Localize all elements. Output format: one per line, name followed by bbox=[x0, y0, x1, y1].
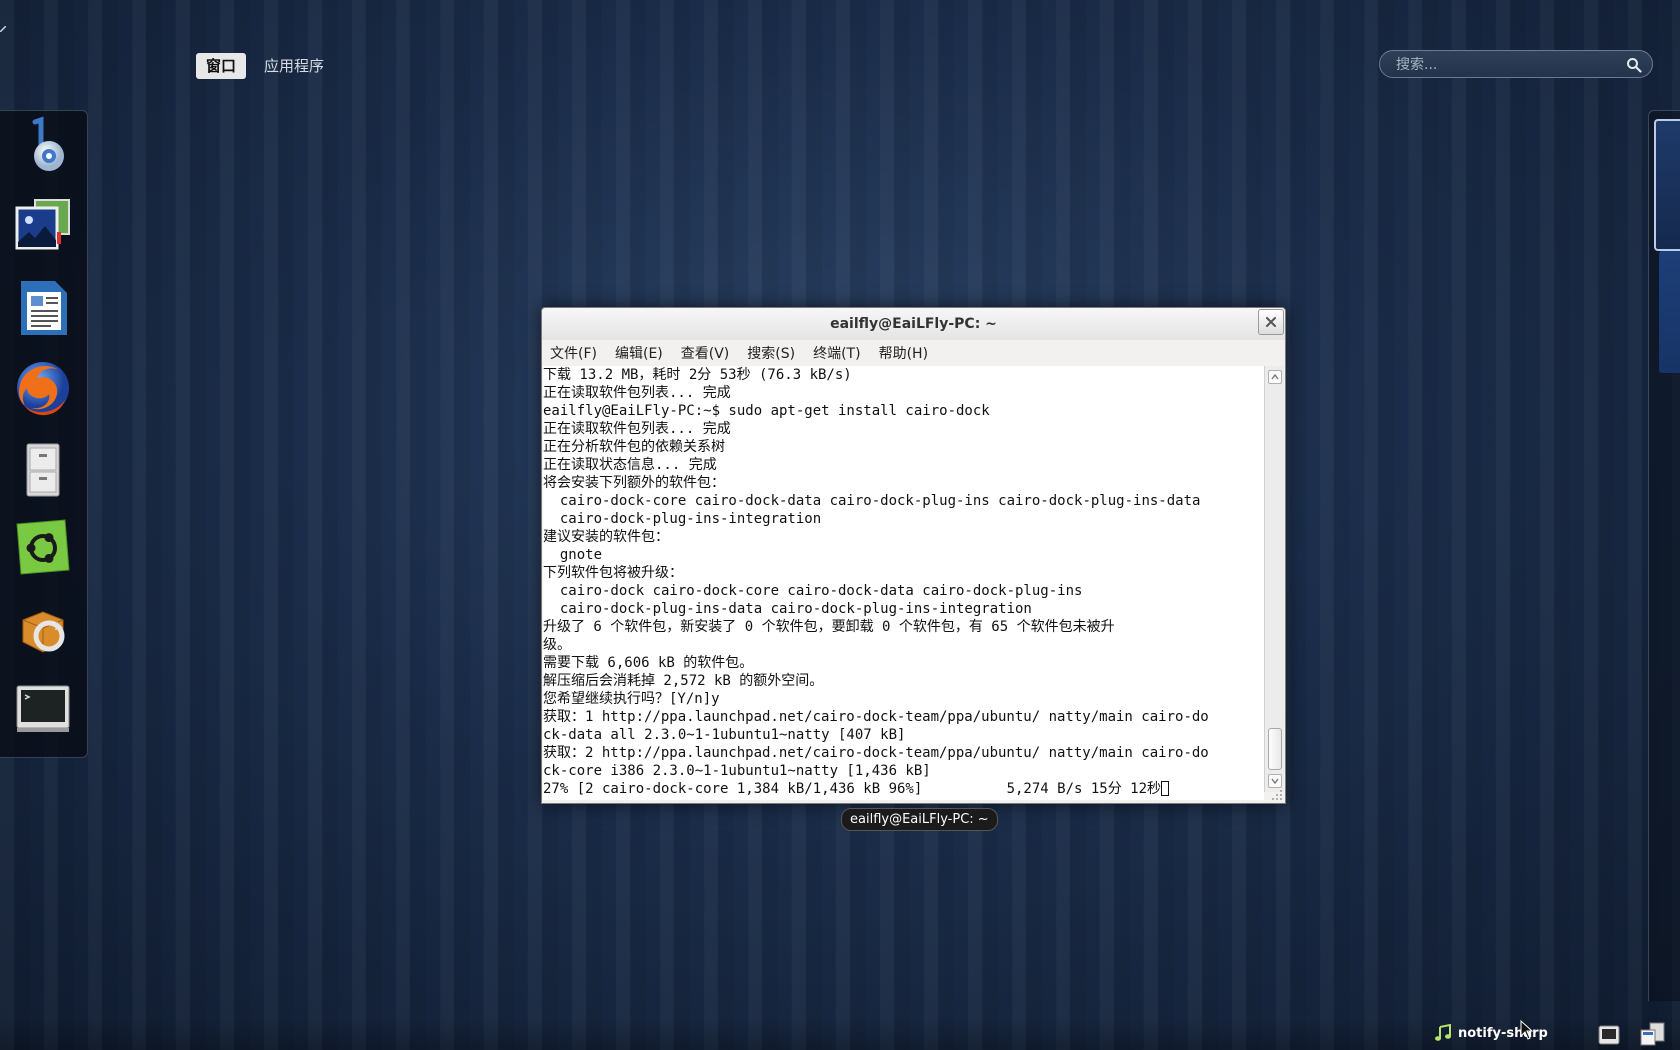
menu-file[interactable]: 文件(F) bbox=[550, 343, 597, 363]
menu-edit[interactable]: 编辑(E) bbox=[615, 343, 663, 363]
terminal-line: ck-core i386 2.3.0~1-1ubuntu1~natty [1,4… bbox=[543, 763, 931, 779]
progress-text: 27% [2 cairo-dock-core 1,384 kB/1,436 kB… bbox=[543, 781, 1162, 797]
terminal-line: 正在读取软件包列表... 完成 bbox=[543, 421, 731, 437]
scroll-down-button[interactable] bbox=[1268, 774, 1282, 788]
banshee-icon bbox=[32, 116, 64, 171]
music-note-icon bbox=[1435, 1024, 1451, 1041]
scrollbar-thumb[interactable] bbox=[1268, 728, 1282, 770]
tab-applications[interactable]: 应用程序 bbox=[254, 53, 334, 79]
corner-glyph bbox=[0, 26, 6, 32]
terminal-line: 正在读取软件包列表... 完成 bbox=[543, 385, 731, 401]
terminal-line: 获取：2 http://ppa.launchpad.net/cairo-dock… bbox=[543, 745, 1209, 761]
search-box[interactable] bbox=[1379, 50, 1653, 78]
terminal-line: 将会安装下列额外的软件包： bbox=[543, 475, 725, 491]
ubuntu-software-center-icon bbox=[16, 519, 70, 575]
window-title: eailfly@EaiLFly-PC: ~ bbox=[830, 316, 997, 332]
terminal-line: 正在读取状态信息... 完成 bbox=[543, 457, 717, 473]
dash-dock bbox=[0, 110, 88, 758]
terminal-cursor bbox=[1161, 781, 1170, 796]
terminal-line: 需要下载 6,606 kB 的软件包。 bbox=[543, 655, 754, 671]
search-input[interactable] bbox=[1394, 55, 1618, 75]
terminal-line: gnote bbox=[543, 547, 603, 563]
bottom-panel bbox=[0, 1018, 1680, 1050]
dock-item-firefox[interactable] bbox=[12, 357, 74, 419]
dock-item-software-center[interactable] bbox=[12, 517, 74, 579]
tab-windows[interactable]: 窗口 bbox=[196, 53, 247, 79]
update-manager-icon bbox=[22, 611, 65, 653]
workspace-thumbnail-active[interactable] bbox=[1654, 119, 1680, 251]
terminal-icon bbox=[16, 685, 70, 732]
menu-search[interactable]: 搜索(S) bbox=[747, 343, 795, 363]
terminal-line: 获取：1 http://ppa.launchpad.net/cairo-dock… bbox=[543, 709, 1209, 725]
menu-terminal[interactable]: 终端(T) bbox=[813, 343, 860, 363]
dock-item-banshee[interactable] bbox=[12, 115, 74, 177]
terminal-line: cairo-dock-core cairo-dock-data cairo-do… bbox=[543, 493, 1201, 509]
firefox-icon bbox=[17, 362, 69, 416]
notify-label: notify-sharp bbox=[1458, 1025, 1548, 1041]
terminal-line: 级。 bbox=[543, 637, 571, 653]
overview-view-selector: 窗口 应用程序 bbox=[196, 53, 334, 79]
libreoffice-writer-icon bbox=[21, 281, 67, 335]
terminal-line: 下载 13.2 MB，耗时 2分 53秒 (76.3 kB/s) bbox=[543, 367, 852, 383]
stacked-windows-tray-icon[interactable] bbox=[1640, 1022, 1666, 1046]
terminal-line: eailfly@EaiLFly-PC:~$ sudo apt-get insta… bbox=[543, 403, 990, 419]
terminal-line: 建议安装的软件包： bbox=[543, 529, 669, 545]
dock-item-terminal[interactable] bbox=[12, 677, 74, 739]
chevron-down-icon bbox=[1271, 778, 1279, 784]
terminal-line: cairo-dock-plug-ins-integration bbox=[543, 511, 822, 527]
scroll-up-button[interactable] bbox=[1268, 370, 1282, 384]
terminal-line: ck-data all 2.3.0~1-1ubuntu1~natty [407 … bbox=[543, 727, 906, 743]
chevron-up-icon bbox=[1271, 374, 1279, 380]
window-titlebar[interactable]: eailfly@EaiLFly-PC: ~ bbox=[542, 308, 1285, 340]
file-cabinet-icon bbox=[26, 443, 60, 497]
resize-grip-icon[interactable] bbox=[1271, 789, 1283, 801]
network-tray-icon[interactable] bbox=[1598, 1024, 1620, 1046]
close-icon bbox=[1266, 317, 1276, 327]
terminal-line: 解压缩后会消耗掉 2,572 kB 的额外空间。 bbox=[543, 673, 824, 689]
terminal-progress-line: 27% [2 cairo-dock-core 1,384 kB/1,436 kB… bbox=[543, 780, 1264, 798]
terminal-line: cairo-dock-plug-ins-data cairo-dock-plug… bbox=[543, 601, 1032, 617]
vertical-scrollbar[interactable] bbox=[1264, 366, 1284, 792]
menu-view[interactable]: 查看(V) bbox=[681, 343, 730, 363]
terminal-line: 您希望继续执行吗？[Y/n]y bbox=[543, 691, 720, 707]
terminal-window[interactable]: eailfly@EaiLFly-PC: ~ 文件(F) 编辑(E) 查看(V) … bbox=[541, 307, 1286, 804]
terminal-output[interactable]: 下载 13.2 MB，耗时 2分 53秒 (76.3 kB/s) 正在读取软件包… bbox=[543, 366, 1264, 800]
search-icon[interactable] bbox=[1626, 57, 1642, 73]
workspace-strip bbox=[1648, 110, 1680, 1001]
dock-item-update-manager[interactable] bbox=[12, 597, 74, 659]
workspace-thumbnail[interactable] bbox=[1659, 251, 1680, 373]
menu-bar: 文件(F) 编辑(E) 查看(V) 搜索(S) 终端(T) 帮助(H) bbox=[542, 340, 1285, 366]
terminal-line: cairo-dock cairo-dock-core cairo-dock-da… bbox=[543, 583, 1083, 599]
menu-help[interactable]: 帮助(H) bbox=[879, 343, 928, 363]
window-caption: eailfly@EaiLFly-PC: ~ bbox=[841, 808, 998, 831]
terminal-line: 升级了 6 个软件包，新安装了 0 个软件包，要卸载 0 个软件包，有 65 个… bbox=[543, 619, 1115, 635]
dock-item-image-viewer[interactable] bbox=[12, 195, 74, 257]
dock-item-files[interactable] bbox=[12, 439, 74, 501]
dock-item-writer[interactable] bbox=[12, 277, 74, 339]
mouse-pointer-icon bbox=[1520, 1020, 1534, 1040]
image-viewer-icon bbox=[15, 199, 70, 250]
terminal-line: 下列软件包将被升级： bbox=[543, 565, 683, 581]
close-button[interactable] bbox=[1258, 309, 1284, 335]
terminal-line: 正在分析软件包的依赖关系树 bbox=[543, 439, 725, 455]
